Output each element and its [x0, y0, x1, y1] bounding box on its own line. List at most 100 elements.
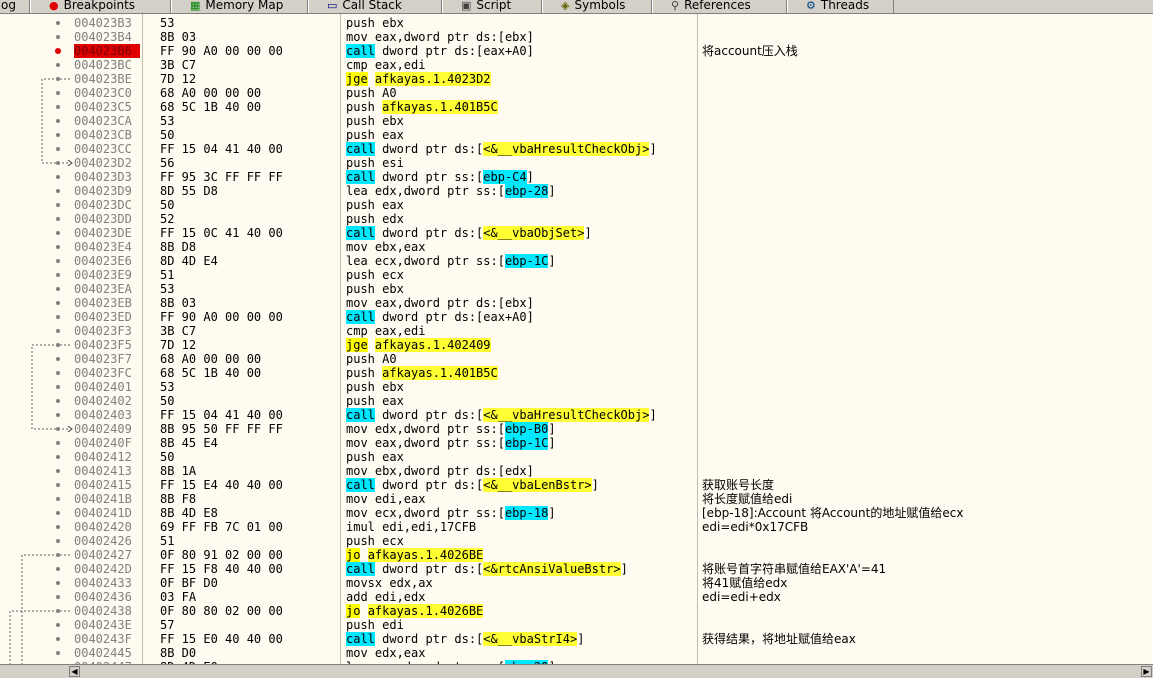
instruction-row[interactable]: 004023DC 50 push eax [0, 198, 1153, 212]
instruction-row[interactable]: 00402403 FF 15 04 41 40 00 call dword ptr … [0, 408, 1153, 422]
tab-call-stack[interactable]: ▭ Call Stack [308, 0, 442, 13]
instruction-row[interactable]: 0040241D 8B 4D E8 mov ecx,dword ptr ss:[eb… [0, 506, 1153, 520]
breakpoint-slot-icon[interactable] [56, 147, 60, 151]
breakpoint-slot-icon[interactable] [56, 77, 60, 81]
instruction-row[interactable]: 00402402 50 push eax [0, 394, 1153, 408]
horizontal-scrollbar[interactable]: ◀ ▶ [0, 664, 1153, 678]
breakpoint-slot-icon[interactable] [56, 343, 60, 347]
instruction-row[interactable]: 004023EB 8B 03 mov eax,dword ptr ds:[ebx] [0, 296, 1153, 310]
tab-symbols[interactable]: ◈ Symbols [542, 0, 652, 13]
breakpoint-slot-icon[interactable] [56, 259, 60, 263]
breakpoint-slot-icon[interactable] [56, 315, 60, 319]
instruction-row[interactable]: 00402413 8B 1A mov ebx,dword ptr ds:[edx] [0, 464, 1153, 478]
instruction-row[interactable]: 0040243F FF 15 E0 40 40 00 call dword ptr … [0, 632, 1153, 646]
instruction-row[interactable]: 0040240F 8B 45 E4 mov eax,dword ptr ss:[eb… [0, 436, 1153, 450]
instruction-row[interactable]: 004023BC 3B C7 cmp eax,edi [0, 58, 1153, 72]
instruction-row[interactable]: 004023BE 7D 12 jge afkayas.1.4023D2 [0, 72, 1153, 86]
tab-script[interactable]: ▣ Script [442, 0, 542, 13]
breakpoint-slot-icon[interactable] [56, 651, 60, 655]
breakpoint-slot-icon[interactable] [56, 469, 60, 473]
tab-og[interactable]: og [0, 0, 30, 13]
breakpoint-slot-icon[interactable] [56, 161, 60, 165]
instruction-row[interactable]: 0040242D FF 15 F8 40 40 00 call dword ptr … [0, 562, 1153, 576]
instruction-row[interactable]: 004023F7 68 A0 00 00 00 push A0 [0, 352, 1153, 366]
instruction-row[interactable]: 004023CC FF 15 04 41 40 00 call dword ptr … [0, 142, 1153, 156]
instruction-row[interactable]: 004023E6 8D 4D E4 lea ecx,dword ptr ss:[eb… [0, 254, 1153, 268]
breakpoint-slot-icon[interactable] [56, 483, 60, 487]
breakpoint-slot-icon[interactable] [56, 357, 60, 361]
disassembly-view[interactable]: 004023B3 53 push ebx 004023B4 8B 03 mov eax,d… [0, 14, 1153, 664]
instruction-row[interactable]: 00402415 FF 15 E4 40 40 00 call dword ptr … [0, 478, 1153, 492]
breakpoint-slot-icon[interactable] [56, 539, 60, 543]
breakpoint-slot-icon[interactable] [56, 385, 60, 389]
instruction-row[interactable]: 004023DE FF 15 0C 41 40 00 call dword ptr … [0, 226, 1153, 240]
instruction-row[interactable]: 004023B6 FF 90 A0 00 00 00 call dword ptr … [0, 44, 1153, 58]
instruction-row[interactable]: 004023ED FF 90 A0 00 00 00 call dword ptr … [0, 310, 1153, 324]
breakpoint-slot-icon[interactable] [56, 511, 60, 515]
breakpoint-slot-icon[interactable] [56, 35, 60, 39]
instruction-row[interactable]: 004023F5 7D 12 jge afkayas.1.402409 [0, 338, 1153, 352]
instruction-row[interactable]: 004023D2 56 push esi [0, 156, 1153, 170]
instruction-row[interactable]: 004023B4 8B 03 mov eax,dword ptr ds:[ebx] [0, 30, 1153, 44]
instruction-row[interactable]: 004023EA 53 push ebx [0, 282, 1153, 296]
scroll-right-icon[interactable]: ▶ [1141, 666, 1152, 677]
instruction-row[interactable]: 004023B3 53 push ebx [0, 16, 1153, 30]
instruction-row[interactable]: 004023CA 53 push ebx [0, 114, 1153, 128]
instruction-row[interactable]: 004023C5 68 5C 1B 40 00 push afkayas.1.401… [0, 100, 1153, 114]
breakpoint-slot-icon[interactable] [56, 399, 60, 403]
breakpoint-icon[interactable] [55, 48, 61, 54]
breakpoint-slot-icon[interactable] [56, 301, 60, 305]
breakpoint-slot-icon[interactable] [56, 91, 60, 95]
instruction-row[interactable]: 004023D9 8D 55 D8 lea edx,dword ptr ss:[eb… [0, 184, 1153, 198]
breakpoint-slot-icon[interactable] [56, 567, 60, 571]
instruction-row[interactable]: 004023E4 8B D8 mov ebx,eax [0, 240, 1153, 254]
breakpoint-slot-icon[interactable] [56, 63, 60, 67]
instruction-row[interactable]: 004023C0 68 A0 00 00 00 push A0 [0, 86, 1153, 100]
breakpoint-slot-icon[interactable] [56, 329, 60, 333]
breakpoint-slot-icon[interactable] [56, 217, 60, 221]
breakpoint-slot-icon[interactable] [56, 189, 60, 193]
breakpoint-slot-icon[interactable] [56, 553, 60, 557]
instruction-row[interactable]: 00402427 0F 80 91 02 00 00 jo afkayas.1.40… [0, 548, 1153, 562]
breakpoint-slot-icon[interactable] [56, 133, 60, 137]
breakpoint-slot-icon[interactable] [56, 273, 60, 277]
instruction-row[interactable]: 00402438 0F 80 80 02 00 00 jo afkayas.1.40… [0, 604, 1153, 618]
breakpoint-slot-icon[interactable] [56, 371, 60, 375]
breakpoint-slot-icon[interactable] [56, 413, 60, 417]
scroll-left-icon[interactable]: ◀ [69, 666, 80, 677]
tab-breakpoints[interactable]: ● Breakpoints [30, 0, 171, 13]
breakpoint-slot-icon[interactable] [56, 441, 60, 445]
instruction-row[interactable]: 004023DD 52 push edx [0, 212, 1153, 226]
instruction-row[interactable]: 00402426 51 push ecx [0, 534, 1153, 548]
instruction-row[interactable]: 004023F3 3B C7 cmp eax,edi [0, 324, 1153, 338]
instruction-row[interactable]: 00402409 8B 95 50 FF FF FF mov edx,dword p… [0, 422, 1153, 436]
breakpoint-slot-icon[interactable] [56, 21, 60, 25]
breakpoint-slot-icon[interactable] [56, 203, 60, 207]
breakpoint-slot-icon[interactable] [56, 637, 60, 641]
instruction-row[interactable]: 004023CB 50 push eax [0, 128, 1153, 142]
tab-references[interactable]: ⚲ References [652, 0, 787, 13]
breakpoint-slot-icon[interactable] [56, 287, 60, 291]
tab-memory-map[interactable]: ▦ Memory Map [171, 0, 308, 13]
instruction-row[interactable]: 004023D3 FF 95 3C FF FF FF call dword ptr … [0, 170, 1153, 184]
breakpoint-slot-icon[interactable] [56, 245, 60, 249]
instruction-row[interactable]: 0040243E 57 push edi [0, 618, 1153, 632]
breakpoint-slot-icon[interactable] [56, 581, 60, 585]
breakpoint-slot-icon[interactable] [56, 595, 60, 599]
breakpoint-slot-icon[interactable] [56, 231, 60, 235]
tab-threads[interactable]: ⚙ Threads [787, 0, 894, 13]
breakpoint-slot-icon[interactable] [56, 623, 60, 627]
instruction-row[interactable]: 0040241B 8B F8 mov edi,eax 将长度赋值给edi [0, 492, 1153, 506]
breakpoint-slot-icon[interactable] [56, 105, 60, 109]
breakpoint-slot-icon[interactable] [56, 427, 60, 431]
breakpoint-slot-icon[interactable] [56, 455, 60, 459]
instruction-row[interactable]: 004023E9 51 push ecx [0, 268, 1153, 282]
breakpoint-slot-icon[interactable] [56, 525, 60, 529]
breakpoint-slot-icon[interactable] [56, 119, 60, 123]
instruction-row[interactable]: 00402401 53 push ebx [0, 380, 1153, 394]
instruction-row[interactable]: 00402412 50 push eax [0, 450, 1153, 464]
instruction-row[interactable]: 00402433 0F BF D0 movsx edx,ax 将41赋值给edx [0, 576, 1153, 590]
instruction-row[interactable]: 00402420 69 FF FB 7C 01 00 imul edi,edi,17… [0, 520, 1153, 534]
instruction-row[interactable]: 00402445 8B D0 mov edx,eax [0, 646, 1153, 660]
breakpoint-slot-icon[interactable] [56, 609, 60, 613]
